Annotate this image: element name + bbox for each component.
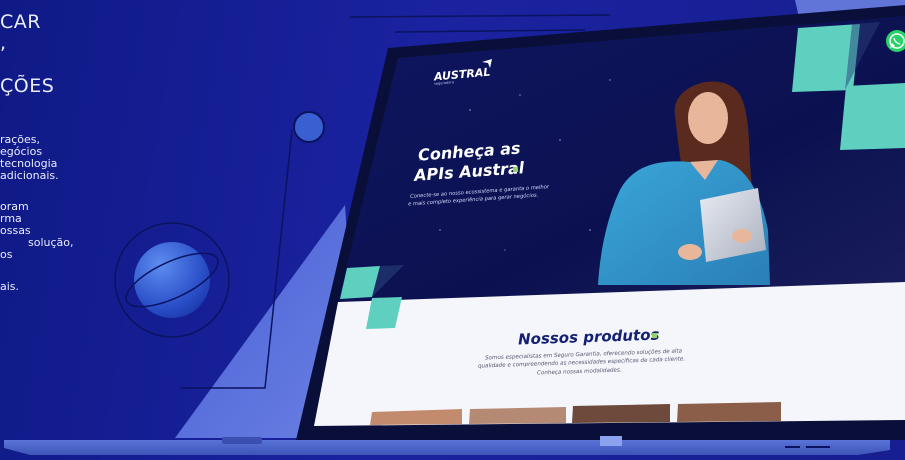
- products-title: Nossos produtos: [517, 325, 660, 349]
- website-screen: AUSTRAL seguradora Conheça as APIs Austr…: [0, 0, 905, 460]
- products-title-dot: [652, 333, 657, 338]
- austral-logo-icon: [482, 59, 492, 68]
- scene: CAR , ÇÕES rações, egócios tecnologia ad…: [0, 0, 905, 460]
- hero-title-dot: [512, 166, 519, 173]
- austral-logo-subtitle: seguradora: [433, 80, 455, 86]
- whatsapp-button[interactable]: [886, 30, 905, 52]
- products-desc-line3: Conheça nossas modalidades.: [536, 367, 622, 377]
- whatsapp-icon: [889, 33, 905, 49]
